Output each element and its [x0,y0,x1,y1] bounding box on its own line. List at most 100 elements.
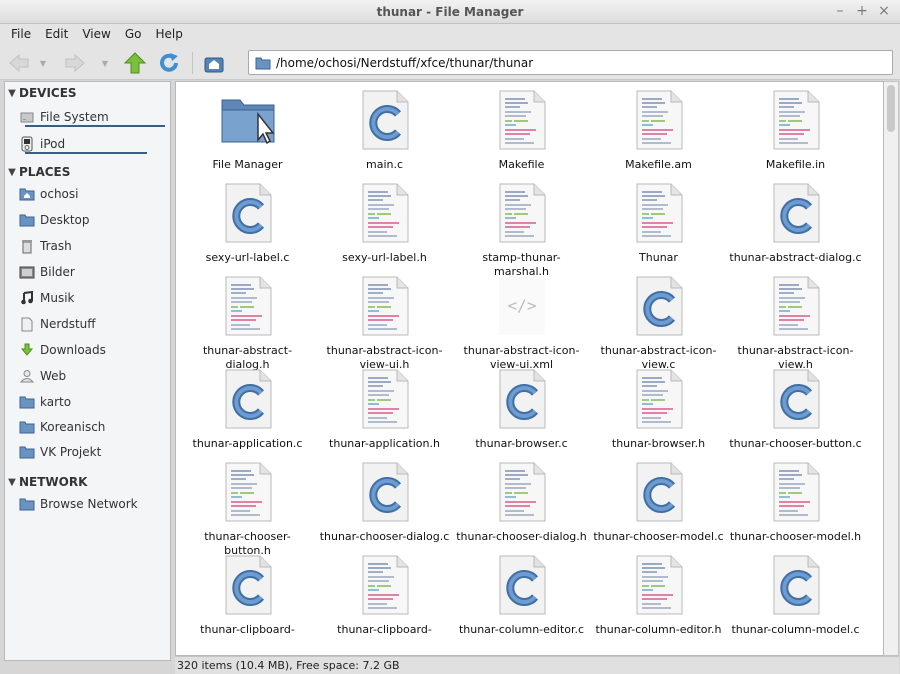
c-source-file-icon [355,90,415,152]
sidebar-item-downloads[interactable]: Downloads [19,340,169,360]
file-item[interactable]: thunar-chooser-model.c [590,462,727,544]
file-item[interactable]: sexy-url-label.h [316,183,453,265]
file-item[interactable]: thunar-chooser-model.h [727,462,864,544]
toolbar: ▼ ▼ /home/ochosi/Nerdstuff/xfce/thunar/t… [0,46,900,80]
maximize-button[interactable]: + [854,3,870,19]
up-button[interactable] [122,50,148,76]
sidebar-item-bilder[interactable]: Bilder [19,262,169,282]
file-item[interactable]: thunar-abstract-dialog.h [179,276,316,372]
sidebar-item-web[interactable]: Web [19,366,169,386]
file-item[interactable]: File Manager [179,90,316,172]
home-folder-icon [19,186,35,202]
file-name: Makefile [498,158,545,171]
up-arrow-icon [124,52,146,74]
file-item[interactable]: Thunar [590,183,727,265]
back-history-dropdown[interactable]: ▼ [38,60,48,68]
title-bar: thunar - File Manager – + × [0,0,900,24]
sidebar-item-trash[interactable]: Trash [19,236,169,256]
vertical-scrollbar[interactable] [884,81,899,656]
file-name: thunar-chooser-model.c [593,530,724,543]
sidebar-item-ipod[interactable]: iPod [19,134,169,154]
sidebar-item-file-system[interactable]: File System [19,107,169,127]
sidebar-item-ochosi[interactable]: ochosi [19,184,169,204]
file-item[interactable]: thunar-clipboard- [179,555,316,637]
sidebar-item-desktop[interactable]: Desktop [19,210,169,230]
file-name: thunar-abstract-icon-view.c [600,344,717,371]
sidebar-item-vk-projekt[interactable]: VK Projekt [19,442,169,462]
menu-help[interactable]: Help [148,24,189,46]
file-item[interactable]: thunar-abstract-icon-view.c [590,276,727,372]
toolbar-separator [192,52,193,74]
file-name: thunar-chooser-model.h [729,530,862,543]
file-item[interactable]: sexy-url-label.c [179,183,316,265]
home-icon [204,57,224,73]
music-icon [19,290,35,306]
file-name: File Manager [212,158,283,171]
status-bar: 320 items (10.4 MB), Free space: 7.2 GB [175,656,899,674]
reload-button[interactable] [156,50,182,76]
file-name: thunar-abstract-dialog.c [729,251,862,264]
sidebar-item-nerdstuff[interactable]: Nerdstuff [19,314,169,334]
svg-text:</>: </> [507,296,536,315]
file-item[interactable]: thunar-chooser-button.h [179,462,316,558]
file-item[interactable]: main.c [316,90,453,172]
close-button[interactable]: × [876,3,892,19]
sidebar-item-browse-network[interactable]: Browse Network [19,494,169,514]
text-file-icon [355,369,415,431]
user-icon [19,368,35,384]
file-item[interactable]: thunar-browser.h [590,369,727,451]
file-name: thunar-chooser-dialog.h [456,530,587,543]
file-item[interactable]: Makefile [453,90,590,172]
back-button[interactable] [6,50,32,76]
scrollbar-thumb[interactable] [887,85,895,132]
file-item[interactable]: </> thunar-abstract-icon-view-ui.xml [453,276,590,372]
file-item[interactable]: Makefile.in [727,90,864,172]
folder-icon [19,394,35,410]
c-source-file-icon [218,555,278,617]
file-name: thunar-clipboard- [200,623,295,636]
text-file-icon [355,555,415,617]
text-file-icon [629,555,689,617]
file-item[interactable]: thunar-application.c [179,369,316,451]
sidebar-item-koreanisch[interactable]: Koreanisch [19,417,169,437]
location-path[interactable]: /home/ochosi/Nerdstuff/xfce/thunar/thuna… [276,56,533,70]
menu-file[interactable]: File [4,24,38,46]
file-item[interactable]: thunar-chooser-dialog.c [316,462,453,544]
file-item[interactable]: thunar-abstract-dialog.c [727,183,864,265]
c-source-file-icon [218,183,278,245]
sidebar-item-karto[interactable]: karto [19,392,169,412]
file-item[interactable]: thunar-chooser-button.c [727,369,864,451]
menu-edit[interactable]: Edit [38,24,75,46]
forward-history-dropdown[interactable]: ▼ [100,60,110,68]
text-file-icon [355,183,415,245]
file-item[interactable]: thunar-browser.c [453,369,590,451]
file-name: thunar-abstract-icon-view-ui.h [326,344,443,371]
file-item[interactable]: thunar-abstract-icon-view-ui.h [316,276,453,372]
file-item[interactable]: thunar-abstract-icon-view.h [727,276,864,372]
folder-icon [255,57,271,69]
file-item[interactable]: stamp-thunar-marshal.h [453,183,590,279]
menu-view[interactable]: View [75,24,117,46]
sidebar-item-musik[interactable]: Musik [19,288,169,308]
c-source-file-icon [629,462,689,524]
minimize-button[interactable]: – [832,3,848,19]
file-item[interactable]: Makefile.am [590,90,727,172]
file-item[interactable]: thunar-column-editor.h [590,555,727,637]
file-item[interactable]: thunar-application.h [316,369,453,451]
file-name: Thunar [639,251,678,264]
file-name: thunar-abstract-dialog.h [202,344,293,371]
text-file-icon [492,183,552,245]
network-heading[interactable]: ▼ NETWORK [5,475,87,489]
forward-button[interactable] [62,50,88,76]
file-item[interactable]: thunar-column-model.c [727,555,864,637]
location-bar[interactable]: /home/ochosi/Nerdstuff/xfce/thunar/thuna… [248,50,893,75]
devices-heading[interactable]: ▼ DEVICES [5,86,76,100]
file-item[interactable]: thunar-clipboard- [316,555,453,637]
home-button[interactable] [201,50,227,76]
file-item[interactable]: thunar-chooser-dialog.h [453,462,590,544]
places-heading[interactable]: ▼ PLACES [5,165,70,179]
text-file-icon [218,462,278,524]
file-item[interactable]: thunar-column-editor.c [453,555,590,637]
folder-icon [19,444,35,460]
menu-go[interactable]: Go [118,24,149,46]
